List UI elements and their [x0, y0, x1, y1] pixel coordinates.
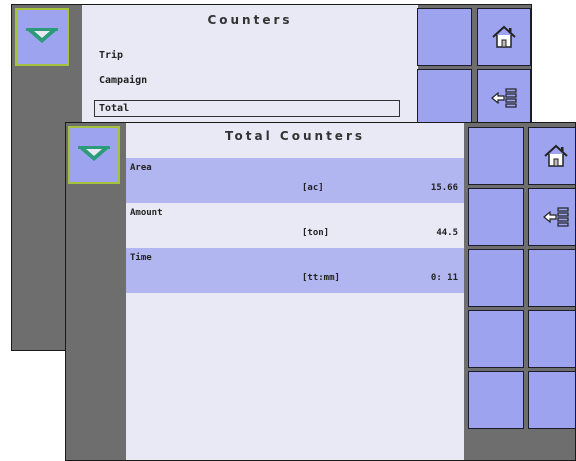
home-button[interactable]: [477, 8, 531, 66]
blank-button-3[interactable]: [468, 249, 524, 307]
counter-value: 0: 11: [430, 273, 458, 283]
page-title: Counters: [207, 13, 293, 27]
counter-unit: [ton]: [302, 228, 330, 238]
blank-button-1[interactable]: [468, 127, 524, 185]
counter-label: Amount: [130, 208, 163, 218]
blank-button-2[interactable]: [468, 188, 524, 246]
home-icon: [544, 144, 568, 167]
counter-label: Area: [130, 163, 152, 173]
blank-button-1[interactable]: [417, 8, 472, 66]
back-button[interactable]: [528, 188, 575, 246]
menu-item-campaign[interactable]: Campaign: [99, 75, 147, 86]
app-icon-button[interactable]: [15, 8, 69, 66]
blank-button-4[interactable]: [528, 249, 575, 307]
counter-label: Time: [130, 253, 152, 263]
counter-value: 44.5: [436, 228, 458, 238]
page-title: Total Counters: [224, 129, 366, 143]
back-arrow-icon: [543, 207, 569, 227]
blank-button-5[interactable]: [468, 310, 524, 368]
menu-item-total[interactable]: Total: [94, 100, 400, 117]
back-arrow-icon: [491, 88, 517, 108]
blank-button-7[interactable]: [468, 371, 524, 429]
blank-button-6[interactable]: [528, 310, 575, 368]
counter-unit: [tt:mm]: [302, 273, 340, 283]
blank-button-2[interactable]: [417, 69, 472, 127]
counter-unit: [ac]: [302, 183, 324, 193]
spreader-icon: [26, 28, 58, 43]
counter-value: 15.66: [430, 183, 458, 193]
total-counters-panel: Total Counters Area [ac] 15.66 Amount [t…: [126, 123, 464, 460]
back-button[interactable]: [477, 69, 531, 127]
home-icon: [492, 25, 516, 48]
menu-item-trip[interactable]: Trip: [99, 50, 123, 61]
counter-row-area: Area [ac] 15.66: [126, 158, 464, 203]
home-button[interactable]: [528, 127, 575, 185]
counter-row-time: Time [tt:mm] 0: 11: [126, 248, 464, 293]
blank-button-8[interactable]: [528, 371, 575, 429]
spreader-icon: [78, 146, 110, 161]
total-counters-screen: Total Counters Area [ac] 15.66 Amount [t…: [65, 122, 576, 461]
app-icon-button[interactable]: [68, 126, 120, 184]
counter-row-amount: Amount [ton] 44.5: [126, 203, 464, 248]
